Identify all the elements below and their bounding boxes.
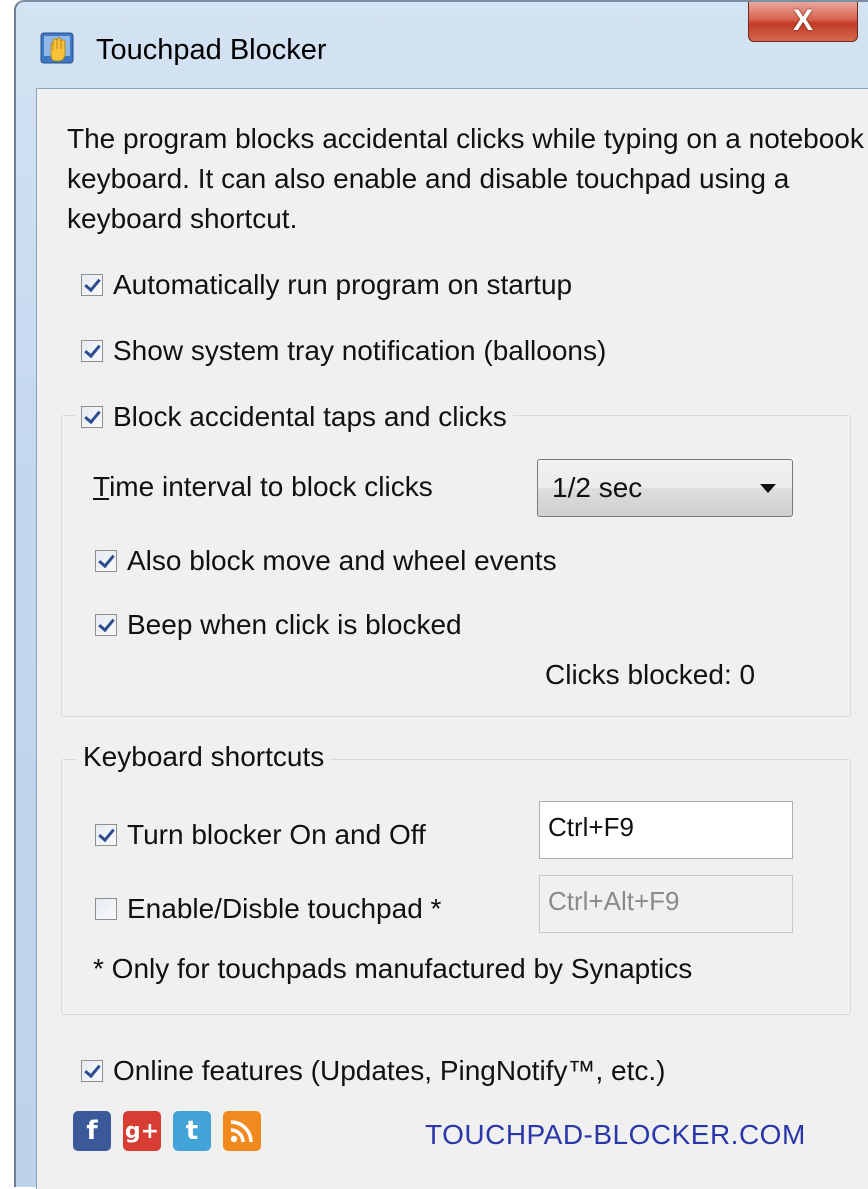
block-move-option[interactable]: Also block move and wheel events (95, 541, 557, 581)
toggle-touchpad-checkbox[interactable] (95, 898, 117, 920)
tray-notification-checkbox[interactable] (81, 340, 103, 362)
clicks-blocked-counter: Clicks blocked: 0 (545, 659, 756, 690)
chevron-down-icon (760, 484, 776, 493)
block-taps-checkbox[interactable] (81, 406, 103, 428)
description-text: The program blocks accidental clicks whi… (67, 123, 864, 234)
close-icon: X (792, 4, 813, 37)
interval-value: 1/2 sec (552, 472, 643, 503)
rss-glyph (230, 1120, 253, 1143)
toggle-touchpad-label: Enable/Disble touchpad * (127, 893, 442, 924)
autorun-option[interactable]: Automatically run program on startup (81, 265, 572, 305)
autorun-checkbox[interactable] (81, 274, 103, 296)
toggle-touchpad-option[interactable]: Enable/Disble touchpad * (95, 889, 441, 929)
facebook-icon[interactable]: f (73, 1111, 111, 1151)
app-window: Touchpad Blocker X The program blocks ac… (14, 0, 868, 1189)
dialog-body: The program blocks accidental clicks whi… (36, 88, 868, 1189)
toggle-blocker-shortcut-value: Ctrl+F9 (548, 812, 634, 842)
online-features-checkbox[interactable] (81, 1060, 103, 1082)
autorun-label: Automatically run program on startup (113, 269, 573, 300)
toggle-blocker-checkbox[interactable] (95, 824, 117, 846)
toggle-blocker-label: Turn blocker On and Off (127, 819, 426, 850)
app-hand-icon (40, 32, 74, 64)
block-taps-option[interactable]: Block accidental taps and clicks (75, 399, 513, 435)
block-move-checkbox[interactable] (95, 550, 117, 572)
toggle-touchpad-shortcut-input[interactable]: Ctrl+Alt+F9 (539, 875, 793, 933)
toggle-touchpad-shortcut-value: Ctrl+Alt+F9 (548, 886, 680, 916)
shortcuts-group-title: Keyboard shortcuts (77, 739, 331, 775)
beep-label: Beep when click is blocked (127, 609, 462, 640)
online-features-option[interactable]: Online features (Updates, PingNotify™, e… (81, 1051, 665, 1091)
close-button[interactable]: X (748, 2, 858, 42)
google-plus-icon[interactable]: g+ (123, 1111, 161, 1151)
synaptics-note: * Only for touchpads manufactured by Syn… (93, 953, 693, 984)
block-taps-label: Block accidental taps and clicks (113, 401, 507, 432)
title-bar: Touchpad Blocker X (16, 2, 868, 84)
beep-option[interactable]: Beep when click is blocked (95, 605, 462, 645)
tray-notification-option[interactable]: Show system tray notification (balloons) (81, 331, 606, 371)
social-links: f g+ t (73, 1111, 261, 1151)
website-link[interactable]: TOUCHPAD-BLOCKER.COM (425, 1119, 806, 1151)
interval-dropdown[interactable]: 1/2 sec (537, 459, 793, 517)
interval-label: Time interval to block clicks (93, 471, 433, 502)
block-move-label: Also block move and wheel events (127, 545, 557, 576)
toggle-blocker-shortcut-input[interactable]: Ctrl+F9 (539, 801, 793, 859)
window-title: Touchpad Blocker (96, 34, 327, 66)
rss-icon[interactable] (223, 1111, 261, 1151)
beep-checkbox[interactable] (95, 614, 117, 636)
tray-notification-label: Show system tray notification (balloons) (113, 335, 607, 366)
toggle-blocker-option[interactable]: Turn blocker On and Off (95, 815, 426, 855)
twitter-icon[interactable]: t (173, 1111, 211, 1151)
online-features-label: Online features (Updates, PingNotify™, e… (113, 1055, 666, 1086)
